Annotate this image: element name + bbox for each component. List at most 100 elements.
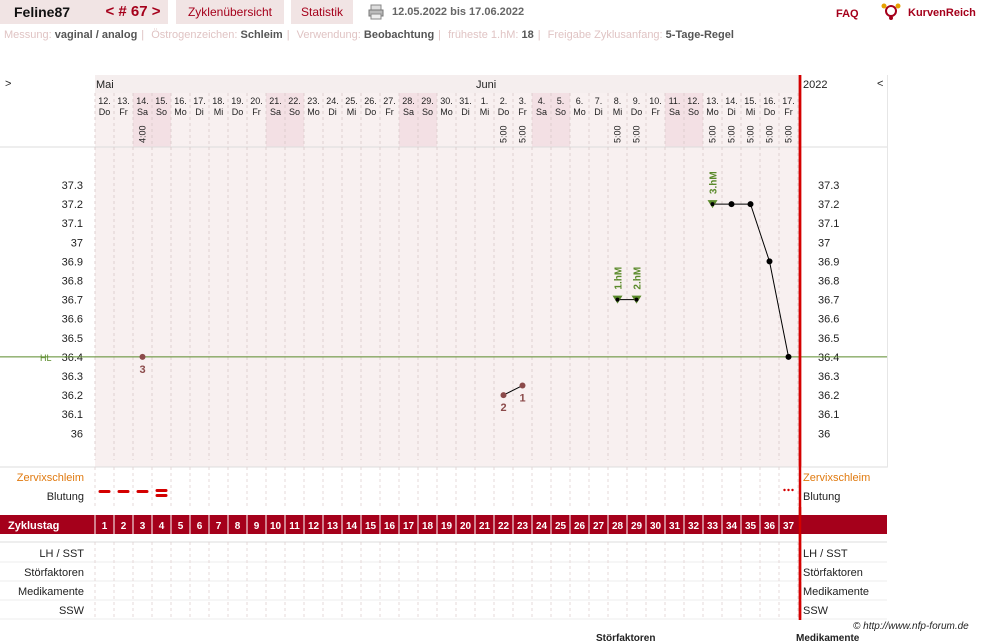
cycle-day-number: 14: [346, 521, 358, 532]
nav-right-arrow[interactable]: <: [877, 78, 883, 90]
date-label: 1.: [481, 96, 489, 106]
temperature-point[interactable]: [785, 353, 792, 360]
date-label: 14.: [136, 96, 149, 106]
y-tick-left: 36.2: [62, 390, 83, 402]
date-label: 28.: [402, 96, 415, 106]
measure-time: 5:00: [708, 125, 718, 143]
weekday-label: Mi: [613, 107, 623, 117]
date-label: 13.: [706, 96, 719, 106]
weekday-label: So: [156, 107, 167, 117]
cycle-day-number: 15: [365, 521, 377, 532]
y-tick-right: 36: [818, 428, 830, 440]
print-icon[interactable]: [368, 4, 384, 20]
y-tick-right: 36.6: [818, 314, 839, 326]
cycle-day-number: 34: [726, 521, 738, 532]
estrogen-label: Östrogenzeichen:: [151, 29, 238, 41]
cycle-day-number: 26: [574, 521, 586, 532]
weekday-label: So: [422, 107, 433, 117]
cycle-day-number: 18: [422, 521, 434, 532]
y-tick-right: 37.2: [818, 199, 839, 211]
y-tick-right: 36.7: [818, 295, 839, 307]
year-label: 2022: [803, 79, 827, 91]
y-tick-left: 37.1: [62, 218, 83, 230]
temperature-point[interactable]: [615, 297, 620, 302]
cycle-day-number: 21: [479, 521, 491, 532]
earliest-value: 18: [521, 29, 534, 41]
y-tick-left: 36.7: [62, 295, 83, 307]
cycle-day-number: 16: [384, 521, 396, 532]
temperature-point[interactable]: [634, 297, 639, 302]
cycle-navigation[interactable]: < # 67 >: [98, 0, 168, 24]
y-tick-left: 36.6: [62, 314, 83, 326]
weekday-label: Mo: [573, 107, 586, 117]
ssw-row-label: SSW: [59, 605, 85, 617]
date-label: 17.: [193, 96, 206, 106]
measure-time: 5:00: [765, 125, 775, 143]
weekday-label: Mo: [307, 107, 320, 117]
nav-left-arrow[interactable]: >: [5, 78, 11, 90]
weekday-label: Do: [365, 107, 377, 117]
date-range: 12.05.2022 bis 17.06.2022: [392, 6, 525, 18]
bleeding-mark: [117, 490, 130, 493]
date-label: 12.: [687, 96, 700, 106]
weekday-label: Mo: [440, 107, 453, 117]
date-label: 26.: [364, 96, 377, 106]
y-tick-right: 37.1: [818, 218, 839, 230]
cycle-info-bar: Messung: vaginal / analog | Östrogenzeich…: [4, 29, 734, 41]
temperature-point[interactable]: [766, 258, 773, 265]
weekday-label: Mi: [347, 107, 357, 117]
right-margin: [800, 75, 887, 467]
cycle-overview-link[interactable]: Zyklenübersicht: [176, 0, 284, 24]
weekday-label: Sa: [403, 107, 414, 117]
cycle-day-number: 11: [289, 521, 300, 532]
kurvenreich-logo[interactable]: KurvenReich: [880, 1, 980, 25]
medication-row-label-right: Medikamente: [803, 586, 869, 598]
faq-link[interactable]: FAQ: [836, 2, 859, 26]
date-label: 20.: [250, 96, 263, 106]
measure-time: 5:00: [499, 125, 509, 143]
date-label: 30.: [440, 96, 453, 106]
cycle-day-number: 4: [159, 521, 165, 532]
measure-time: 5:00: [632, 125, 642, 143]
cycle-day-number: 1: [102, 521, 108, 532]
weekday-label: Sa: [270, 107, 281, 117]
weekday-label: Fr: [119, 107, 128, 117]
earliest-label: früheste 1.hM:: [448, 29, 519, 41]
y-tick-left: 36: [71, 428, 83, 440]
lh-row-label: LH / SST: [39, 548, 84, 560]
measure-label: Messung:: [4, 29, 52, 41]
release-value: 5-Tage-Regel: [665, 29, 734, 41]
date-label: 21.: [269, 96, 282, 106]
weekday-label: Fr: [651, 107, 660, 117]
temperature-point[interactable]: [500, 392, 507, 399]
date-label: 27.: [383, 96, 396, 106]
date-label: 12.: [98, 96, 111, 106]
y-tick-left: 36.3: [62, 371, 83, 383]
temperature-point[interactable]: [747, 201, 754, 208]
date-label: 11.: [669, 96, 681, 106]
y-tick-left: 36.8: [62, 276, 83, 288]
month-bar: [0, 75, 887, 93]
weekday-label: Do: [232, 107, 244, 117]
username: Feline87: [0, 0, 106, 24]
temperature-point[interactable]: [728, 201, 735, 208]
statistics-link[interactable]: Statistik: [291, 0, 353, 24]
y-tick-left: 37.3: [62, 180, 83, 192]
weekday-label: Fr: [518, 107, 527, 117]
cervix-row-label-right: Zervixschleim: [803, 472, 870, 484]
top-bar: Feline87 < # 67 > Zyklenübersicht Statis…: [0, 0, 981, 26]
temperature-point[interactable]: [519, 382, 526, 389]
y-tick-right: 37: [818, 237, 830, 249]
usage-label: Verwendung:: [296, 29, 361, 41]
bleeding-mark: [98, 490, 111, 493]
cycle-chart: > <2022Mai Juni12.Do13.Fr14.Sa15.So16.Mo17…: [0, 75, 888, 620]
cycle-day-number: 2: [121, 521, 127, 532]
cycle-day-number: 36: [764, 521, 776, 532]
weekday-label: Mi: [214, 107, 224, 117]
weekday-label: Sa: [536, 107, 547, 117]
cycle-day-label: Zyklustag: [8, 520, 59, 532]
temperature-point[interactable]: [139, 353, 146, 360]
temperature-point[interactable]: [710, 202, 715, 207]
date-label: 14.: [725, 96, 738, 106]
y-tick-left: 37.2: [62, 199, 83, 211]
